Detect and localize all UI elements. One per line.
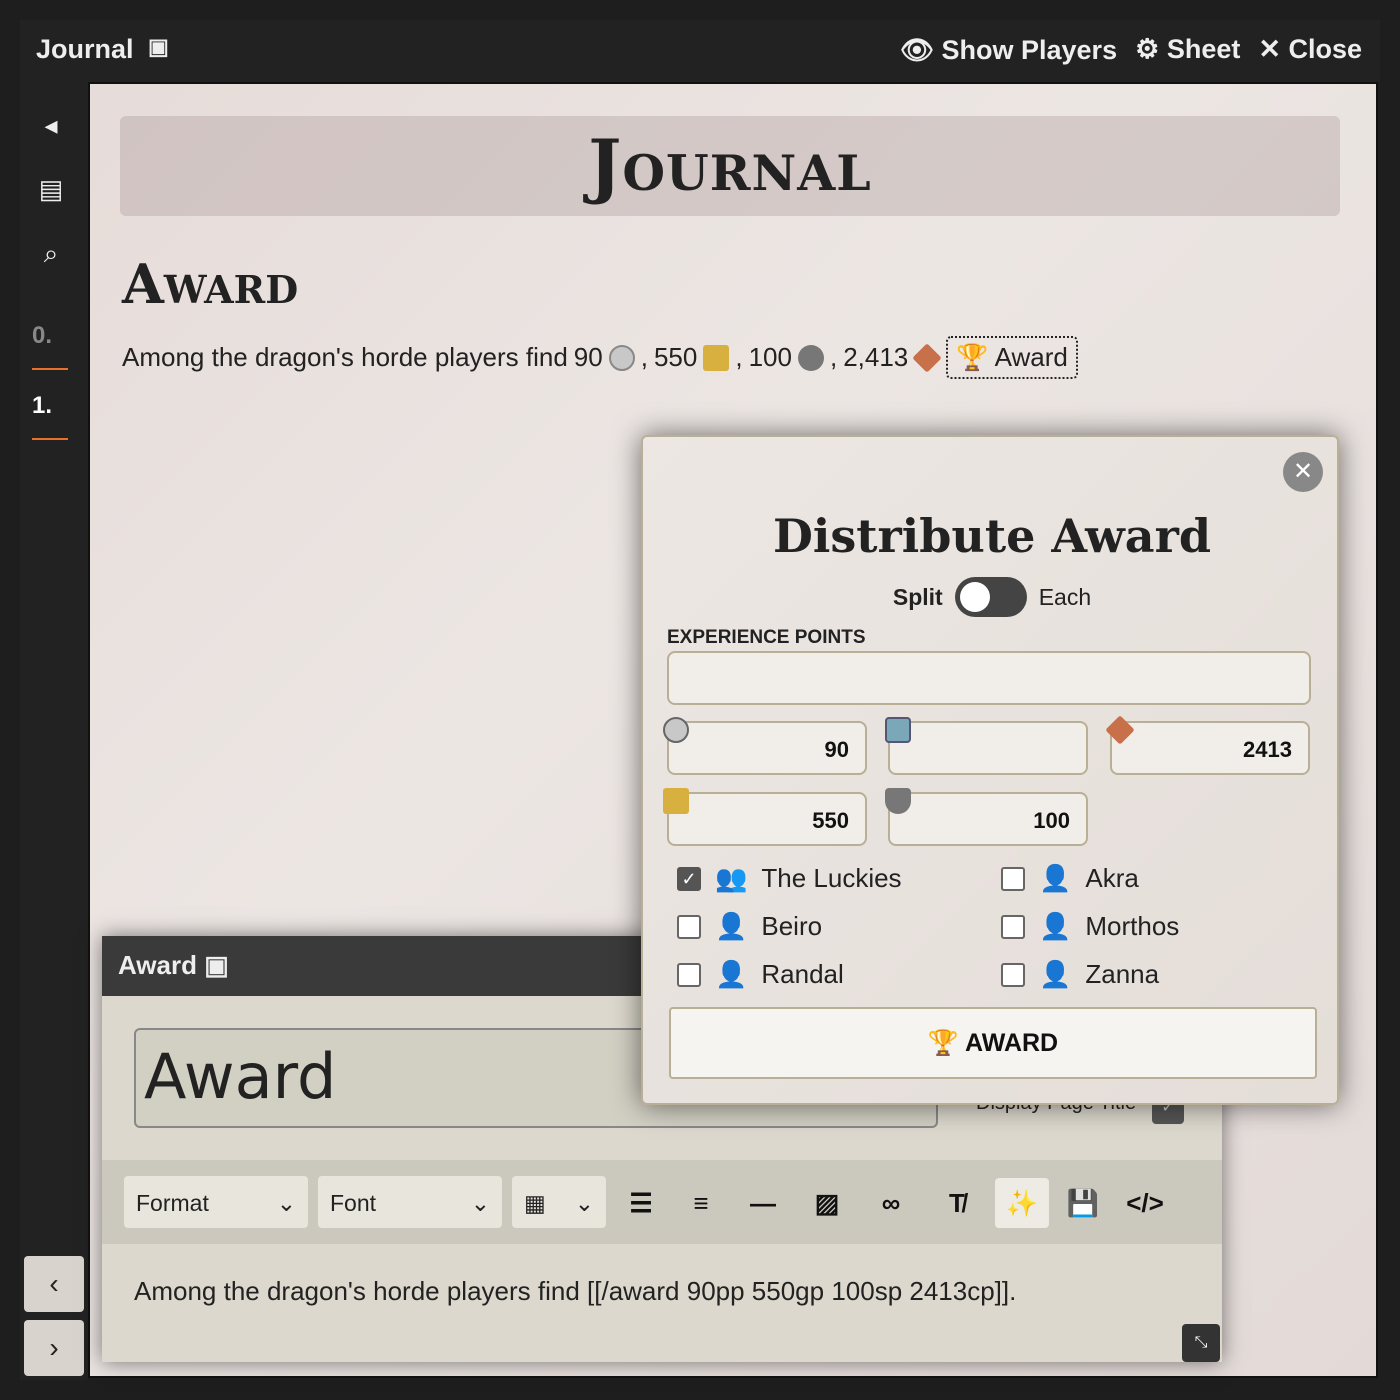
users-icon: 👥 [715,863,748,893]
gold-coin-icon [703,344,730,371]
xp-input[interactable] [667,651,1311,705]
checkbox[interactable] [677,914,701,939]
ep-input[interactable] [888,721,1088,775]
table-icon: ▦ [524,1190,546,1216]
close-icon: ✕ [1258,34,1289,64]
trophy-icon: 🏆 [956,342,989,372]
table-select[interactable]: ▦ ⌄ [512,1176,606,1228]
collapse-sidebar-icon[interactable]: ◂ [20,110,82,141]
page-link-1[interactable]: 1. [32,392,68,440]
page-banner: Journal [120,116,1340,216]
chevron-down-icon: ⌄ [470,1190,490,1216]
user-icon: 👤 [1039,911,1072,941]
show-players-button[interactable]: 👁 Show Players [900,34,1117,66]
close-button[interactable]: ✕ Close [1258,34,1362,66]
gp-input[interactable]: 550 [667,792,867,846]
xp-label: EXPERIENCE POINTS [667,627,866,648]
award-link[interactable]: 🏆 Award [946,336,1078,379]
horizontal-rule-icon[interactable]: — [736,1178,790,1228]
copper-coin-icon [912,342,942,373]
editor-toolbar: Format ⌄ Font ⌄ ▦ ⌄ ☰ ≡ — ▨ ∞ T̸ ✨ 💾 </> [102,1160,1222,1244]
checkbox[interactable] [1001,866,1025,891]
gold-coin-icon [663,788,689,814]
note-icon[interactable]: ▤ [20,174,82,205]
close-dialog-button[interactable]: ✕ [1283,452,1323,492]
user-icon: 👤 [715,959,748,989]
clear-formatting-icon[interactable]: T̸ [930,1178,984,1228]
image-icon[interactable]: ▨ [800,1178,854,1228]
journal-icon: ▣ [148,34,169,59]
user-icon: 👤 [715,911,748,941]
trophy-icon: 🏆 [927,1029,966,1057]
cp-input[interactable]: 2413 [1110,721,1310,775]
platinum-coin-icon [608,344,635,371]
member-randal[interactable]: 👤 Randal [677,959,844,990]
silver-coin-icon [797,344,824,371]
user-icon: 👤 [1039,959,1072,989]
eye-icon: 👁 [899,35,942,65]
page-paragraph: Among the dragon's horde players find 90… [122,336,1078,379]
sidebar: ◂ ▤ ⌕ 0. 1. [20,82,88,1380]
checkbox[interactable] [1001,962,1025,987]
format-select[interactable]: Format ⌄ [124,1176,308,1228]
editor-content[interactable]: Among the dragon's horde players find [[… [134,1276,1016,1307]
member-zanna[interactable]: 👤 Zanna [1001,959,1159,990]
font-select[interactable]: Font ⌄ [318,1176,502,1228]
page-heading: Award [122,252,299,316]
save-icon[interactable]: 💾 [1056,1178,1110,1228]
distribute-award-dialog: ✕ Distribute Award Split Each EXPERIENCE… [641,435,1339,1105]
checkbox[interactable] [677,962,701,987]
user-icon: 👤 [1039,863,1072,893]
next-page-button[interactable]: › [24,1320,84,1376]
checkbox[interactable] [1001,914,1025,939]
sheet-button[interactable]: ⚙ Sheet [1135,34,1240,66]
journal-icon: ▣ [204,950,229,980]
member-beiro[interactable]: 👤 Beiro [677,911,822,942]
member-morthos[interactable]: 👤 Morthos [1001,911,1179,942]
member-akra[interactable]: 👤 Akra [1001,863,1139,894]
platinum-coin-icon [663,717,689,743]
split-each-toggle-row: Split Each [643,577,1341,617]
previous-page-button[interactable]: ‹ [24,1256,84,1312]
chevron-down-icon: ⌄ [574,1190,594,1216]
checkbox[interactable]: ✓ [677,866,701,891]
award-button[interactable]: 🏆 AWARD [669,1007,1317,1079]
chevron-down-icon: ⌄ [276,1190,296,1216]
window-header: Journal ▣ 👁 Show Players ⚙ Sheet ✕ Close [20,20,1380,82]
resize-icon[interactable]: ⤡ [1182,1324,1220,1362]
link-icon[interactable]: ∞ [864,1178,918,1228]
search-icon[interactable]: ⌕ [20,238,82,270]
member-the-luckies[interactable]: ✓ 👥 The Luckies [677,863,902,894]
sp-input[interactable]: 100 [888,792,1088,846]
gear-icon: ⚙ [1135,34,1167,64]
split-each-toggle[interactable] [954,577,1027,617]
page-link-0[interactable]: 0. [32,322,68,370]
silver-coin-icon [885,788,911,814]
magic-wand-icon[interactable]: ✨ [995,1178,1049,1228]
window-title: Journal [36,34,134,64]
pp-input[interactable]: 90 [667,721,867,775]
electrum-coin-icon [885,717,911,743]
numbered-list-icon[interactable]: ≡ [674,1178,728,1228]
dialog-title: Distribute Award [773,509,1211,563]
bullet-list-icon[interactable]: ☰ [614,1178,668,1228]
source-code-icon[interactable]: </> [1118,1178,1172,1228]
